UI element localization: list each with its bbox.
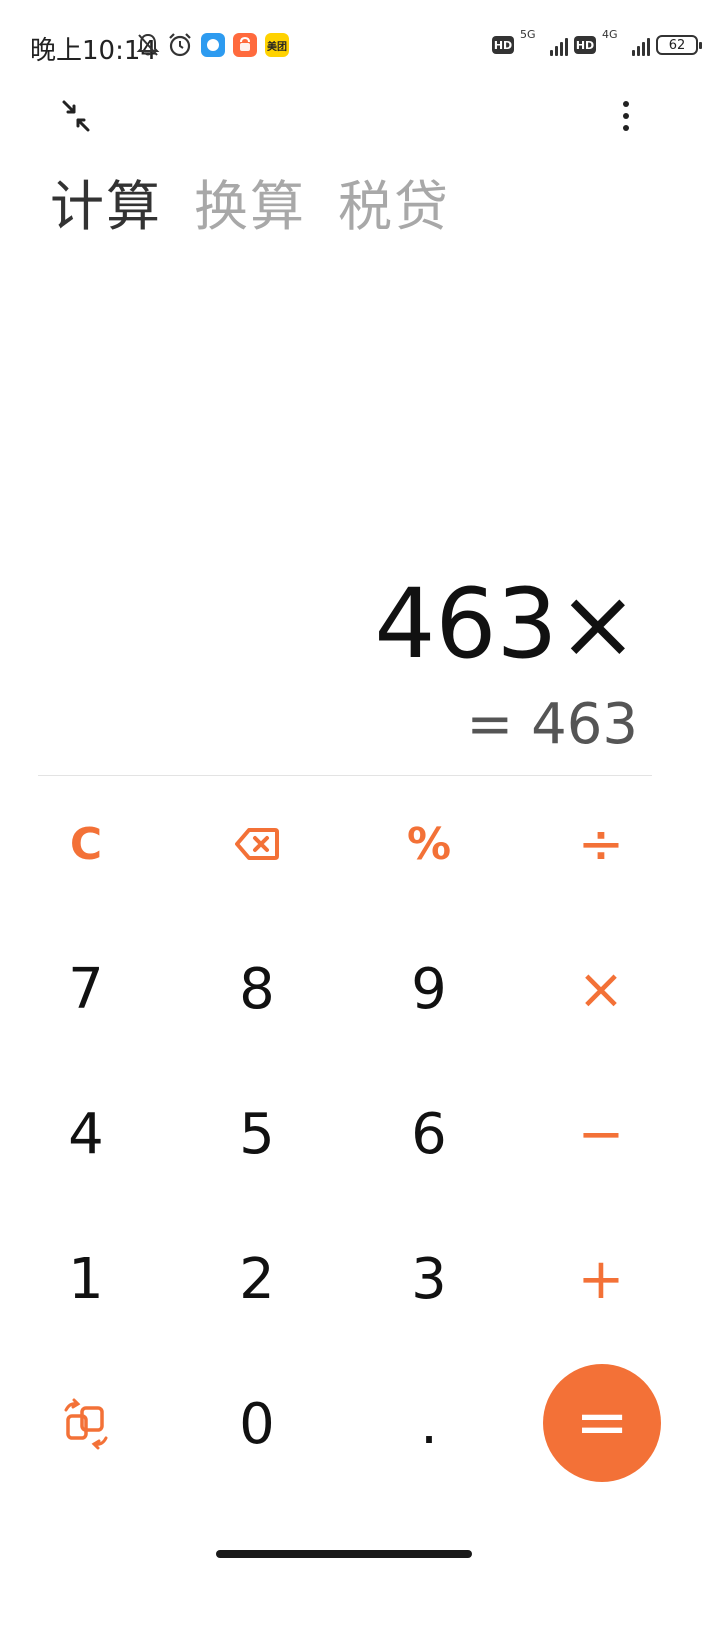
switch-mode-icon [64, 1398, 108, 1450]
signal-4g-icon: 4G [602, 28, 650, 60]
shrink-window-button[interactable] [56, 96, 96, 136]
digit-2-button[interactable]: 2 [197, 1219, 317, 1339]
digit-6-button[interactable]: 6 [369, 1074, 489, 1194]
decimal-point-button[interactable]: . [369, 1364, 489, 1484]
meituan-app-icon: 美团 [265, 33, 289, 57]
messenger-app-icon [201, 33, 225, 57]
divide-button[interactable]: ÷ [541, 784, 661, 904]
digit-1-button[interactable]: 1 [26, 1219, 146, 1339]
alarm-icon [169, 33, 191, 57]
backspace-button[interactable] [197, 784, 317, 904]
network-type-label: 4G [602, 28, 618, 41]
meituan-label: 美团 [267, 41, 287, 53]
divider [38, 775, 652, 776]
digit-7-button[interactable]: 7 [26, 929, 146, 1049]
minus-button[interactable]: − [541, 1074, 661, 1194]
more-options-button[interactable] [612, 96, 640, 136]
tab-convert[interactable]: 换算 [194, 172, 306, 242]
status-right-group: HD 5G HD 4G 62 [492, 28, 702, 62]
digit-0-button[interactable]: 0 [197, 1364, 317, 1484]
more-vertical-icon [623, 113, 629, 119]
backspace-icon [235, 828, 279, 860]
digit-5-button[interactable]: 5 [197, 1074, 317, 1194]
more-vertical-icon [623, 125, 629, 131]
percent-button[interactable]: % [369, 784, 489, 904]
tab-calculate[interactable]: 计算 [50, 172, 162, 242]
digit-9-button[interactable]: 9 [369, 929, 489, 1049]
result-display: = 463 [466, 692, 638, 757]
clear-button[interactable]: C [26, 784, 146, 904]
equals-button[interactable]: = [543, 1364, 661, 1482]
digit-4-button[interactable]: 4 [26, 1074, 146, 1194]
switch-mode-button[interactable] [26, 1364, 146, 1484]
hd-icon: HD [492, 36, 514, 54]
home-indicator[interactable] [216, 1550, 472, 1558]
more-vertical-icon [623, 101, 629, 107]
network-type-label: 5G [520, 28, 536, 41]
tab-tax-loan[interactable]: 税贷 [338, 172, 450, 242]
multiply-button[interactable]: × [541, 929, 661, 1049]
battery-icon: 62 [656, 35, 702, 55]
bell-off-icon [136, 33, 160, 56]
shopping-app-icon [233, 33, 257, 57]
mode-tabs: 计算 换算 税贷 [50, 172, 450, 242]
hd-icon: HD [574, 36, 596, 54]
shrink-arrows-icon [62, 100, 90, 132]
digit-3-button[interactable]: 3 [369, 1219, 489, 1339]
plus-button[interactable]: + [541, 1219, 661, 1339]
expression-display: 463× [374, 568, 638, 680]
signal-5g-icon: 5G [520, 28, 568, 60]
digit-8-button[interactable]: 8 [197, 929, 317, 1049]
status-bar: 晚上10:14 美团 HD 5G HD 4G 62 [0, 0, 720, 90]
